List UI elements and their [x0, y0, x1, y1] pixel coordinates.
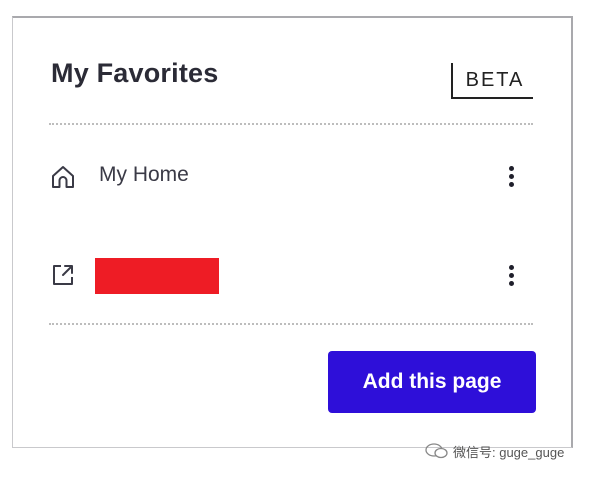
- watermark: 微信号: guge_guge: [425, 441, 564, 461]
- favorites-panel: My Favorites BETA My Home Add this page: [12, 16, 573, 448]
- top-divider: [49, 123, 533, 125]
- more-vertical-icon: [508, 264, 514, 270]
- beta-badge: BETA: [451, 63, 533, 99]
- external-link-icon: [49, 261, 77, 289]
- favorite-item-external[interactable]: [13, 256, 571, 296]
- favorite-item-home[interactable]: My Home: [13, 157, 571, 197]
- bottom-divider: [49, 323, 533, 325]
- panel-title: My Favorites: [51, 58, 219, 88]
- home-icon: [49, 163, 77, 191]
- favorite-item-label: My Home: [99, 163, 189, 186]
- wechat-icon: [425, 443, 448, 459]
- add-this-page-button[interactable]: Add this page: [328, 351, 536, 413]
- redacted-label: [95, 258, 219, 294]
- watermark-text: 微信号: guge_guge: [453, 444, 565, 460]
- more-options-button[interactable]: [501, 260, 521, 290]
- more-vertical-icon: [508, 165, 514, 171]
- more-options-button[interactable]: [501, 161, 521, 191]
